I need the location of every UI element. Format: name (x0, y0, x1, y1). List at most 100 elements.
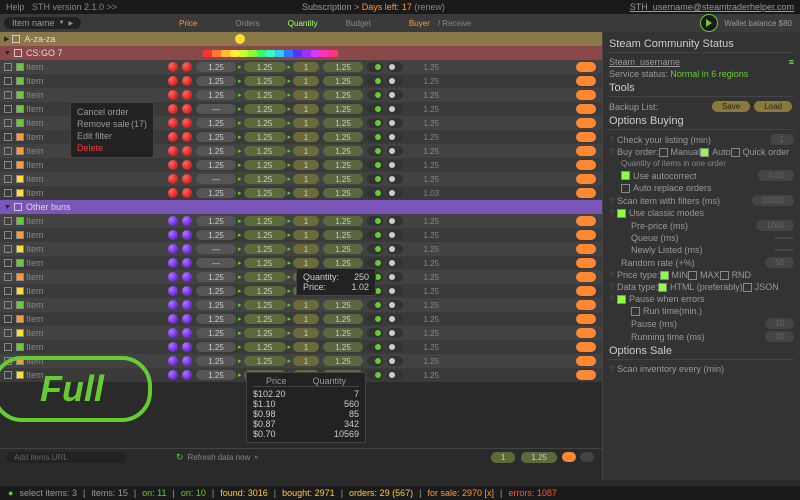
col-budget[interactable]: Budget (342, 19, 375, 28)
row-status[interactable] (16, 301, 24, 309)
qty-cell[interactable]: 1 (293, 104, 319, 114)
color-dot[interactable] (168, 160, 178, 170)
qty-cell[interactable]: 1 (293, 118, 319, 128)
color-dot[interactable] (182, 272, 192, 282)
row-checkbox[interactable] (4, 259, 12, 267)
color-dot[interactable] (182, 118, 192, 128)
toggle1[interactable] (367, 244, 383, 254)
toggle1[interactable] (367, 342, 383, 352)
budget-cell[interactable]: 1.25 (323, 342, 363, 352)
toggle1[interactable] (367, 76, 383, 86)
color-dot[interactable] (168, 132, 178, 142)
color-dot[interactable] (168, 356, 178, 366)
toggle2[interactable] (387, 174, 403, 184)
color-dot[interactable] (182, 174, 192, 184)
qty-cell[interactable]: 1 (293, 216, 319, 226)
item-row[interactable]: Item—▸1.25▸11.251.25 (0, 242, 602, 256)
row-status[interactable] (16, 175, 24, 183)
scan-value[interactable]: 10000 (752, 195, 794, 206)
price-cell[interactable]: 1.25 (196, 188, 236, 198)
toggle2[interactable] (387, 356, 403, 366)
row-checkbox[interactable] (4, 91, 12, 99)
order-cell[interactable]: 1.25 (244, 230, 286, 240)
qty-cell[interactable]: 1 (293, 314, 319, 324)
queue-value[interactable] (774, 237, 794, 239)
toggle2[interactable] (387, 216, 403, 226)
help-icon[interactable]: ? (609, 294, 614, 304)
color-dot[interactable] (168, 342, 178, 352)
qty-cell[interactable]: 1 (293, 258, 319, 268)
budget-cell[interactable]: 1.25 (323, 118, 363, 128)
color-dot[interactable] (182, 146, 192, 156)
budget-cell[interactable]: 1.25 (323, 146, 363, 156)
color-dot[interactable] (168, 230, 178, 240)
group-checkbox[interactable] (14, 49, 22, 57)
order-cell[interactable]: 1.25 (244, 272, 286, 282)
random-value[interactable]: 50 (765, 257, 794, 268)
account-email[interactable]: STH_username@steamtraderhelper.com (630, 2, 794, 12)
toggle2[interactable] (387, 370, 403, 380)
toggle1[interactable] (367, 104, 383, 114)
group-checkbox[interactable] (12, 35, 20, 43)
price-cell[interactable]: — (196, 244, 236, 254)
budget-cell[interactable]: 1.25 (323, 188, 363, 198)
row-toggle[interactable] (576, 62, 596, 72)
toggle1[interactable] (367, 174, 383, 184)
price-cell[interactable]: — (196, 258, 236, 268)
qty-cell[interactable]: 1 (293, 62, 319, 72)
col-price[interactable]: Price (175, 19, 201, 28)
row-checkbox[interactable] (4, 217, 12, 225)
row-toggle[interactable] (576, 244, 596, 254)
budget-cell[interactable]: 1.25 (323, 230, 363, 240)
row-checkbox[interactable] (4, 133, 12, 141)
qty-cell[interactable]: 1 (293, 300, 319, 310)
html-checkbox[interactable] (658, 283, 667, 292)
price-cell[interactable]: 1.25 (196, 62, 236, 72)
min-checkbox[interactable] (660, 271, 669, 280)
price-cell[interactable]: 1.25 (196, 272, 236, 282)
col-orders[interactable]: Orders (231, 19, 263, 28)
refresh-link[interactable]: Refresh data now (188, 453, 251, 462)
toggle2[interactable] (387, 160, 403, 170)
row-checkbox[interactable] (4, 175, 12, 183)
item-row[interactable]: Item1.25▸1.25▸11.251.25 (0, 312, 602, 326)
col-quantity[interactable]: Quantity (284, 19, 322, 28)
budget-cell[interactable]: 1.25 (323, 216, 363, 226)
order-cell[interactable]: 1.25 (244, 328, 286, 338)
toggle2[interactable] (387, 258, 403, 268)
item-row[interactable]: Item1.25▸1.25▸11.251.25 (0, 228, 602, 242)
price-cell[interactable]: 1.25 (196, 160, 236, 170)
color-dot[interactable] (182, 342, 192, 352)
toggle1[interactable] (367, 370, 383, 380)
toggle1[interactable] (367, 118, 383, 128)
budget-cell[interactable]: 1.25 (323, 356, 363, 366)
qty-cell[interactable]: 1 (293, 244, 319, 254)
qty-cell[interactable]: 1 (293, 328, 319, 338)
toggle2[interactable] (387, 286, 403, 296)
ctx-remove[interactable]: Remove sale(17) (77, 118, 147, 130)
color-dot[interactable] (168, 272, 178, 282)
toggle2[interactable] (387, 104, 403, 114)
qty-cell[interactable]: 1 (293, 230, 319, 240)
col-buyer[interactable]: Buyer (405, 19, 434, 28)
qty-cell[interactable]: 1 (293, 174, 319, 184)
budget-cell[interactable]: 1.25 (323, 132, 363, 142)
color-dot[interactable] (168, 90, 178, 100)
row-status[interactable] (16, 189, 24, 197)
order-cell[interactable]: 1.25 (244, 244, 286, 254)
newly-value[interactable] (774, 249, 794, 251)
color-dot[interactable] (182, 300, 192, 310)
bottom-val2[interactable]: 1.25 (521, 452, 557, 463)
toggle2[interactable] (387, 230, 403, 240)
color-dot[interactable] (168, 328, 178, 338)
row-checkbox[interactable] (4, 105, 12, 113)
price-cell[interactable]: — (196, 104, 236, 114)
color-dot[interactable] (168, 244, 178, 254)
color-dot[interactable] (182, 90, 192, 100)
color-dot[interactable] (182, 370, 192, 380)
color-dot[interactable] (235, 34, 245, 44)
row-checkbox[interactable] (4, 315, 12, 323)
price-cell[interactable]: 1.25 (196, 230, 236, 240)
order-cell[interactable]: 1.25 (244, 104, 286, 114)
toggle2[interactable] (387, 62, 403, 72)
